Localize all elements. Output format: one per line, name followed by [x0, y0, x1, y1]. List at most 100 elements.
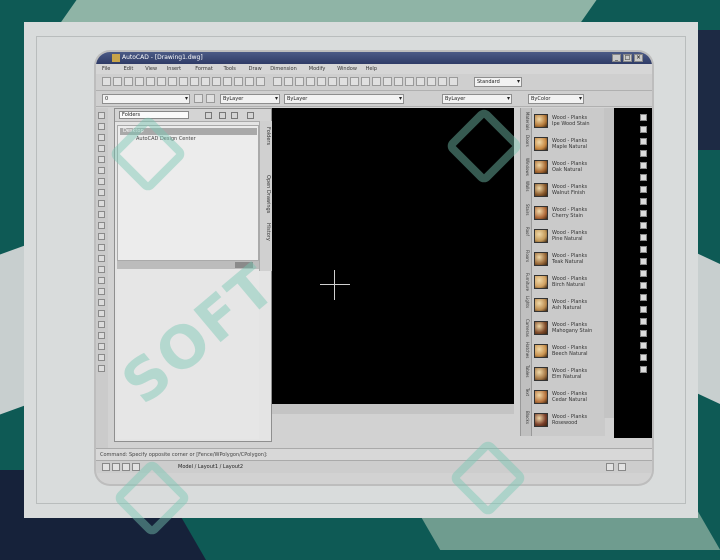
palette-tab[interactable]: Windows: [522, 158, 530, 176]
material-tool[interactable]: Wood - Planks Maple Natural: [533, 134, 603, 156]
modify-tool-button[interactable]: [640, 270, 647, 277]
modify-tool-button[interactable]: [640, 186, 647, 193]
modify-tool-button[interactable]: [640, 246, 647, 253]
nav-next-icon[interactable]: [122, 463, 130, 471]
menu-item[interactable]: Window: [337, 66, 357, 72]
draw-tool-button[interactable]: [98, 156, 105, 163]
panel-tab[interactable]: History: [261, 223, 271, 241]
views-icon[interactable]: [231, 112, 238, 119]
draw-tool-button[interactable]: [98, 365, 105, 372]
draw-tool-button[interactable]: [98, 332, 105, 339]
menu-item[interactable]: Help: [366, 66, 377, 72]
draw-tool-button[interactable]: [98, 266, 105, 273]
draw-tool-button[interactable]: [98, 310, 105, 317]
menu-item[interactable]: Dimension: [270, 66, 297, 72]
help-icon[interactable]: [247, 112, 254, 119]
panel-tab[interactable]: Folders: [261, 127, 271, 145]
draw-tool-button[interactable]: [98, 134, 105, 141]
menu-item[interactable]: File: [102, 66, 110, 72]
back-icon[interactable]: [205, 112, 212, 119]
palette-tab[interactable]: Text: [522, 388, 530, 396]
menu-item[interactable]: Draw: [249, 66, 262, 72]
material-tool[interactable]: Wood - Planks Rosewood: [533, 410, 603, 432]
toolbar-button[interactable]: [339, 77, 348, 86]
toolbar-button[interactable]: [427, 77, 436, 86]
draw-tool-button[interactable]: [98, 354, 105, 361]
material-tool[interactable]: Wood - Planks Cherry Stain: [533, 203, 603, 225]
vertical-scrollbar[interactable]: [604, 108, 614, 418]
menu-item[interactable]: Tools: [224, 66, 236, 72]
palette-tab[interactable]: Furniture: [522, 273, 530, 291]
draw-tool-button[interactable]: [98, 277, 105, 284]
toolbar-button[interactable]: [245, 77, 254, 86]
toolbar-button[interactable]: [124, 77, 133, 86]
draw-tool-button[interactable]: [98, 299, 105, 306]
draw-tool-button[interactable]: [98, 200, 105, 207]
material-tool[interactable]: Wood - Planks Mahogany Stain: [533, 318, 603, 340]
toolbar-button[interactable]: [350, 77, 359, 86]
material-tool[interactable]: Wood - Planks Beech Natural: [533, 341, 603, 363]
modify-tool-button[interactable]: [640, 330, 647, 337]
toolbar-button[interactable]: [135, 77, 144, 86]
modify-tool-button[interactable]: [640, 198, 647, 205]
panel-search-field[interactable]: Folders: [119, 111, 189, 119]
draw-tool-button[interactable]: [98, 145, 105, 152]
modify-tool-button[interactable]: [640, 294, 647, 301]
toolbar-button[interactable]: [449, 77, 458, 86]
modify-tool-button[interactable]: [640, 306, 647, 313]
toolbar-button[interactable]: [190, 77, 199, 86]
palette-tab[interactable]: Stairs: [522, 204, 530, 215]
maximize-button[interactable]: □: [623, 54, 632, 62]
menu-item[interactable]: Insert: [167, 66, 181, 72]
draw-tool-button[interactable]: [98, 288, 105, 295]
toolbar-button[interactable]: [146, 77, 155, 86]
toolbar-button[interactable]: [223, 77, 232, 86]
draw-tool-button[interactable]: [98, 211, 105, 218]
tray-icon[interactable]: [618, 463, 626, 471]
color-combo[interactable]: ByLayer: [220, 94, 280, 104]
modify-tool-button[interactable]: [640, 126, 647, 133]
modify-tool-button[interactable]: [640, 222, 647, 229]
menu-item[interactable]: Format: [195, 66, 213, 72]
toolbar-button[interactable]: [284, 77, 293, 86]
draw-tool-button[interactable]: [98, 123, 105, 130]
layer-icon[interactable]: [194, 94, 203, 103]
draw-tool-button[interactable]: [98, 255, 105, 262]
modify-tool-button[interactable]: [640, 210, 647, 217]
modify-tool-button[interactable]: [640, 282, 647, 289]
palette-tab[interactable]: Hatches: [522, 342, 530, 358]
draw-tool-button[interactable]: [98, 343, 105, 350]
draw-tool-button[interactable]: [98, 189, 105, 196]
toolbar-button[interactable]: [256, 77, 265, 86]
lineweight-combo[interactable]: ByLayer: [442, 94, 512, 104]
modify-tool-button[interactable]: [640, 318, 647, 325]
material-tool[interactable]: Wood - Planks Pine Natural: [533, 226, 603, 248]
up-icon[interactable]: [219, 112, 226, 119]
modify-tool-button[interactable]: [640, 174, 647, 181]
toolbar-button[interactable]: [157, 77, 166, 86]
modify-tool-button[interactable]: [640, 342, 647, 349]
plotstyle-combo[interactable]: ByColor: [528, 94, 584, 104]
toolbar-button[interactable]: [212, 77, 221, 86]
modify-tool-button[interactable]: [640, 258, 647, 265]
toolbar-button[interactable]: [295, 77, 304, 86]
toolbar-button[interactable]: [317, 77, 326, 86]
modify-tool-button[interactable]: [640, 114, 647, 121]
draw-tool-button[interactable]: [98, 167, 105, 174]
toolbar-button[interactable]: [383, 77, 392, 86]
palette-tab[interactable]: Tables: [522, 365, 530, 377]
palette-tab[interactable]: Materials: [522, 112, 530, 130]
material-tool[interactable]: Wood - Planks Ipe Wood Stain: [533, 111, 603, 133]
tray-icon[interactable]: [606, 463, 614, 471]
close-button[interactable]: ×: [634, 54, 643, 62]
draw-tool-button[interactable]: [98, 321, 105, 328]
layer-combo[interactable]: 0: [102, 94, 190, 104]
material-tool[interactable]: Wood - Planks Birch Natural: [533, 272, 603, 294]
toolbar-button[interactable]: [273, 77, 282, 86]
palette-tab[interactable]: Walls: [522, 181, 530, 191]
toolbar-button[interactable]: [328, 77, 337, 86]
title-bar[interactable]: AutoCAD - [Drawing1.dwg] _ □ ×: [96, 52, 652, 64]
menu-item[interactable]: Edit: [124, 66, 134, 72]
material-tool[interactable]: Wood - Planks Teak Natural: [533, 249, 603, 271]
toolbar-button[interactable]: [168, 77, 177, 86]
